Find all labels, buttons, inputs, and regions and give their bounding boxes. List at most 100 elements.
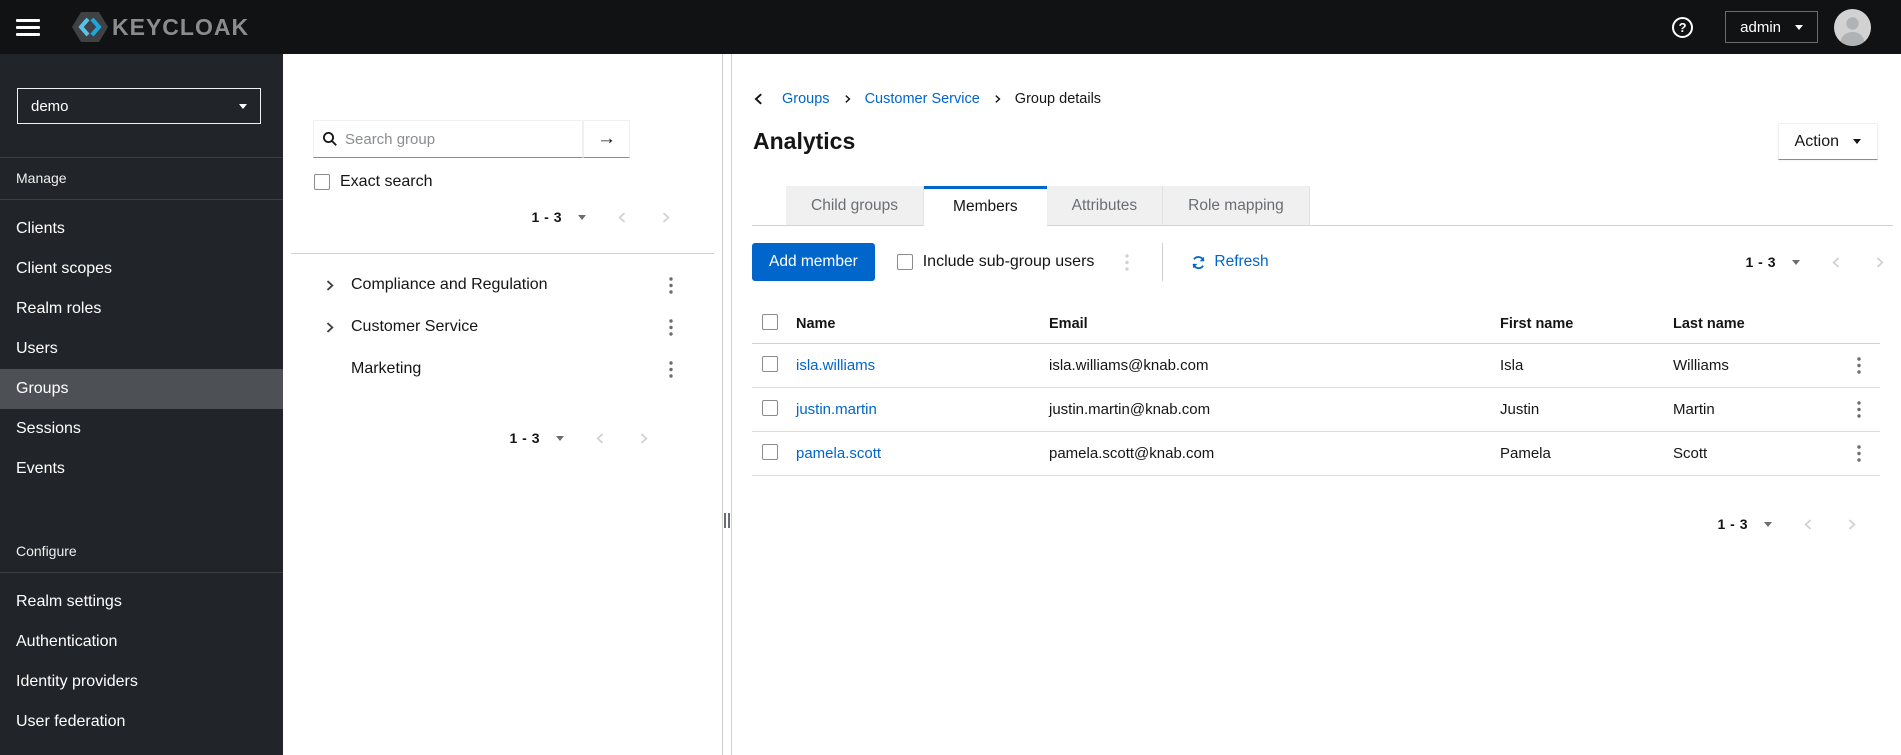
kebab-menu-icon[interactable]: [662, 315, 680, 339]
pagination-next-button[interactable]: [1845, 518, 1858, 531]
kebab-menu-icon[interactable]: [662, 357, 680, 381]
angle-right-icon: [326, 279, 334, 291]
group-name-link[interactable]: Customer Service: [351, 318, 478, 336]
group-name-link[interactable]: Marketing: [351, 360, 421, 378]
sidebar-item-realm-settings[interactable]: Realm settings: [0, 582, 283, 622]
pagination-options-caret-icon[interactable]: [556, 435, 564, 441]
angle-left-icon: [618, 211, 626, 223]
sidebar-item-identity-providers[interactable]: Identity providers: [0, 662, 283, 702]
sidebar-item-user-federation[interactable]: User federation: [0, 702, 283, 742]
member-name-link[interactable]: isla.williams: [796, 357, 1049, 374]
table-row: justin.martin justin.martin@knab.com Jus…: [752, 388, 1880, 432]
refresh-button[interactable]: Refresh: [1191, 253, 1269, 271]
expand-toggle-button[interactable]: [323, 279, 341, 292]
pagination-next-button[interactable]: [637, 432, 650, 445]
sidebar-item-sessions[interactable]: Sessions: [0, 409, 283, 449]
group-search-input[interactable]: [345, 130, 574, 148]
search-icon: [323, 132, 337, 146]
pagination-range: 1 - 3: [509, 430, 540, 446]
table-header-row: Name Email First name Last name: [752, 304, 1880, 344]
row-select-checkbox[interactable]: [762, 399, 778, 416]
tree-item-compliance-and-regulation[interactable]: Compliance and Regulation: [283, 264, 722, 306]
group-details-page: Groups Customer Service Group details An…: [740, 54, 1901, 755]
realm-select[interactable]: demo: [17, 88, 261, 124]
pagination-prev-button[interactable]: [594, 432, 607, 445]
angle-left-icon: [1832, 256, 1840, 268]
action-dropdown-button[interactable]: Action: [1777, 123, 1878, 160]
row-kebab-menu-icon[interactable]: [1850, 354, 1868, 378]
tab-role-mapping[interactable]: Role mapping: [1163, 186, 1310, 226]
angle-right-icon: [843, 94, 852, 104]
tree-item-customer-service[interactable]: Customer Service: [283, 306, 722, 348]
include-subgroups-control: Include sub-group users: [896, 253, 1094, 271]
pagination-prev-button[interactable]: [1802, 518, 1815, 531]
breadcrumb-back-button[interactable]: [752, 92, 766, 106]
nav-toggle-hamburger-icon[interactable]: [16, 18, 40, 36]
row-kebab-menu-icon[interactable]: [1850, 398, 1868, 422]
member-first-name: Justin: [1500, 401, 1540, 418]
tree-item-marketing[interactable]: Marketing: [283, 348, 722, 390]
sidebar-item-users[interactable]: Users: [0, 329, 283, 369]
tab-members[interactable]: Members: [924, 186, 1047, 226]
ellipsis-v-icon: [1857, 445, 1861, 462]
sidebar-section-manage: Manage: [0, 158, 283, 200]
pagination-prev-button[interactable]: [616, 211, 629, 224]
table-row: isla.williams isla.williams@knab.com Isl…: [752, 344, 1880, 388]
sidebar-item-groups[interactable]: Groups: [0, 369, 283, 409]
angle-right-icon: [1876, 256, 1884, 268]
pagination-options-caret-icon[interactable]: [578, 214, 586, 220]
pagination-options-caret-icon[interactable]: [1792, 259, 1800, 265]
expand-toggle-button[interactable]: [323, 321, 341, 334]
angle-right-icon: [1848, 518, 1856, 530]
row-select-checkbox[interactable]: [762, 443, 778, 460]
group-search-submit-button[interactable]: →: [583, 120, 630, 158]
include-subgroups-checkbox[interactable]: [896, 254, 913, 270]
pagination-next-button[interactable]: [659, 211, 672, 224]
member-name-link[interactable]: justin.martin: [796, 401, 1049, 418]
sidebar-item-realm-roles[interactable]: Realm roles: [0, 289, 283, 329]
pagination-options-caret-icon[interactable]: [1764, 521, 1772, 527]
group-search-box: [313, 120, 583, 158]
sidebar-item-authentication[interactable]: Authentication: [0, 622, 283, 662]
pagination-next-button[interactable]: [1873, 256, 1886, 269]
panel-resize-splitter[interactable]: [722, 54, 740, 755]
member-name-link[interactable]: pamela.scott: [796, 445, 1049, 462]
tab-child-groups[interactable]: Child groups: [786, 186, 925, 226]
breadcrumb-item-groups[interactable]: Groups: [782, 91, 830, 107]
angle-left-icon: [754, 93, 762, 105]
member-first-name: Isla: [1500, 357, 1524, 374]
add-member-button[interactable]: Add member: [752, 243, 875, 281]
group-tree: Compliance and Regulation Customer Servi…: [283, 264, 722, 390]
member-last-name: Scott: [1673, 445, 1708, 462]
sidebar-item-client-scopes[interactable]: Client scopes: [0, 249, 283, 289]
exact-search-checkbox[interactable]: [314, 174, 330, 190]
group-name-link[interactable]: Compliance and Regulation: [351, 276, 548, 294]
table-row: pamela.scott pamela.scott@knab.com Pamel…: [752, 432, 1880, 476]
keycloak-logo[interactable]: KEYCLOAK: [70, 10, 249, 44]
breadcrumb: Groups Customer Service Group details: [752, 91, 1888, 107]
masthead: KEYCLOAK ? admin: [0, 0, 1901, 54]
help-icon[interactable]: ?: [1672, 16, 1694, 38]
refresh-icon: [1192, 255, 1205, 269]
ellipsis-v-icon: [1125, 253, 1130, 271]
sidebar-item-events[interactable]: Events: [0, 449, 283, 489]
ellipsis-v-icon: [669, 318, 673, 336]
column-header-first-name: First name: [1500, 315, 1574, 332]
column-header-email: Email: [1049, 315, 1088, 332]
page-title: Analytics: [753, 128, 856, 154]
select-all-checkbox[interactable]: [762, 313, 778, 330]
breadcrumb-item-customer-service[interactable]: Customer Service: [865, 91, 980, 107]
pagination-prev-button[interactable]: [1830, 256, 1843, 269]
avatar[interactable]: [1834, 8, 1871, 46]
row-select-checkbox[interactable]: [762, 355, 778, 372]
user-menu-dropdown[interactable]: admin: [1725, 11, 1818, 43]
toolbar-kebab-menu-icon[interactable]: [1118, 250, 1136, 274]
keycloak-hexagon-icon: [72, 12, 108, 42]
row-kebab-menu-icon[interactable]: [1850, 442, 1868, 466]
resize-handle-icon[interactable]: [724, 513, 730, 528]
tab-attributes[interactable]: Attributes: [1046, 186, 1164, 226]
brand-text: KEYCLOAK: [112, 13, 250, 40]
kebab-menu-icon[interactable]: [662, 273, 680, 297]
pagination-range: 1 - 3: [1745, 254, 1776, 270]
sidebar-item-clients[interactable]: Clients: [0, 209, 283, 249]
